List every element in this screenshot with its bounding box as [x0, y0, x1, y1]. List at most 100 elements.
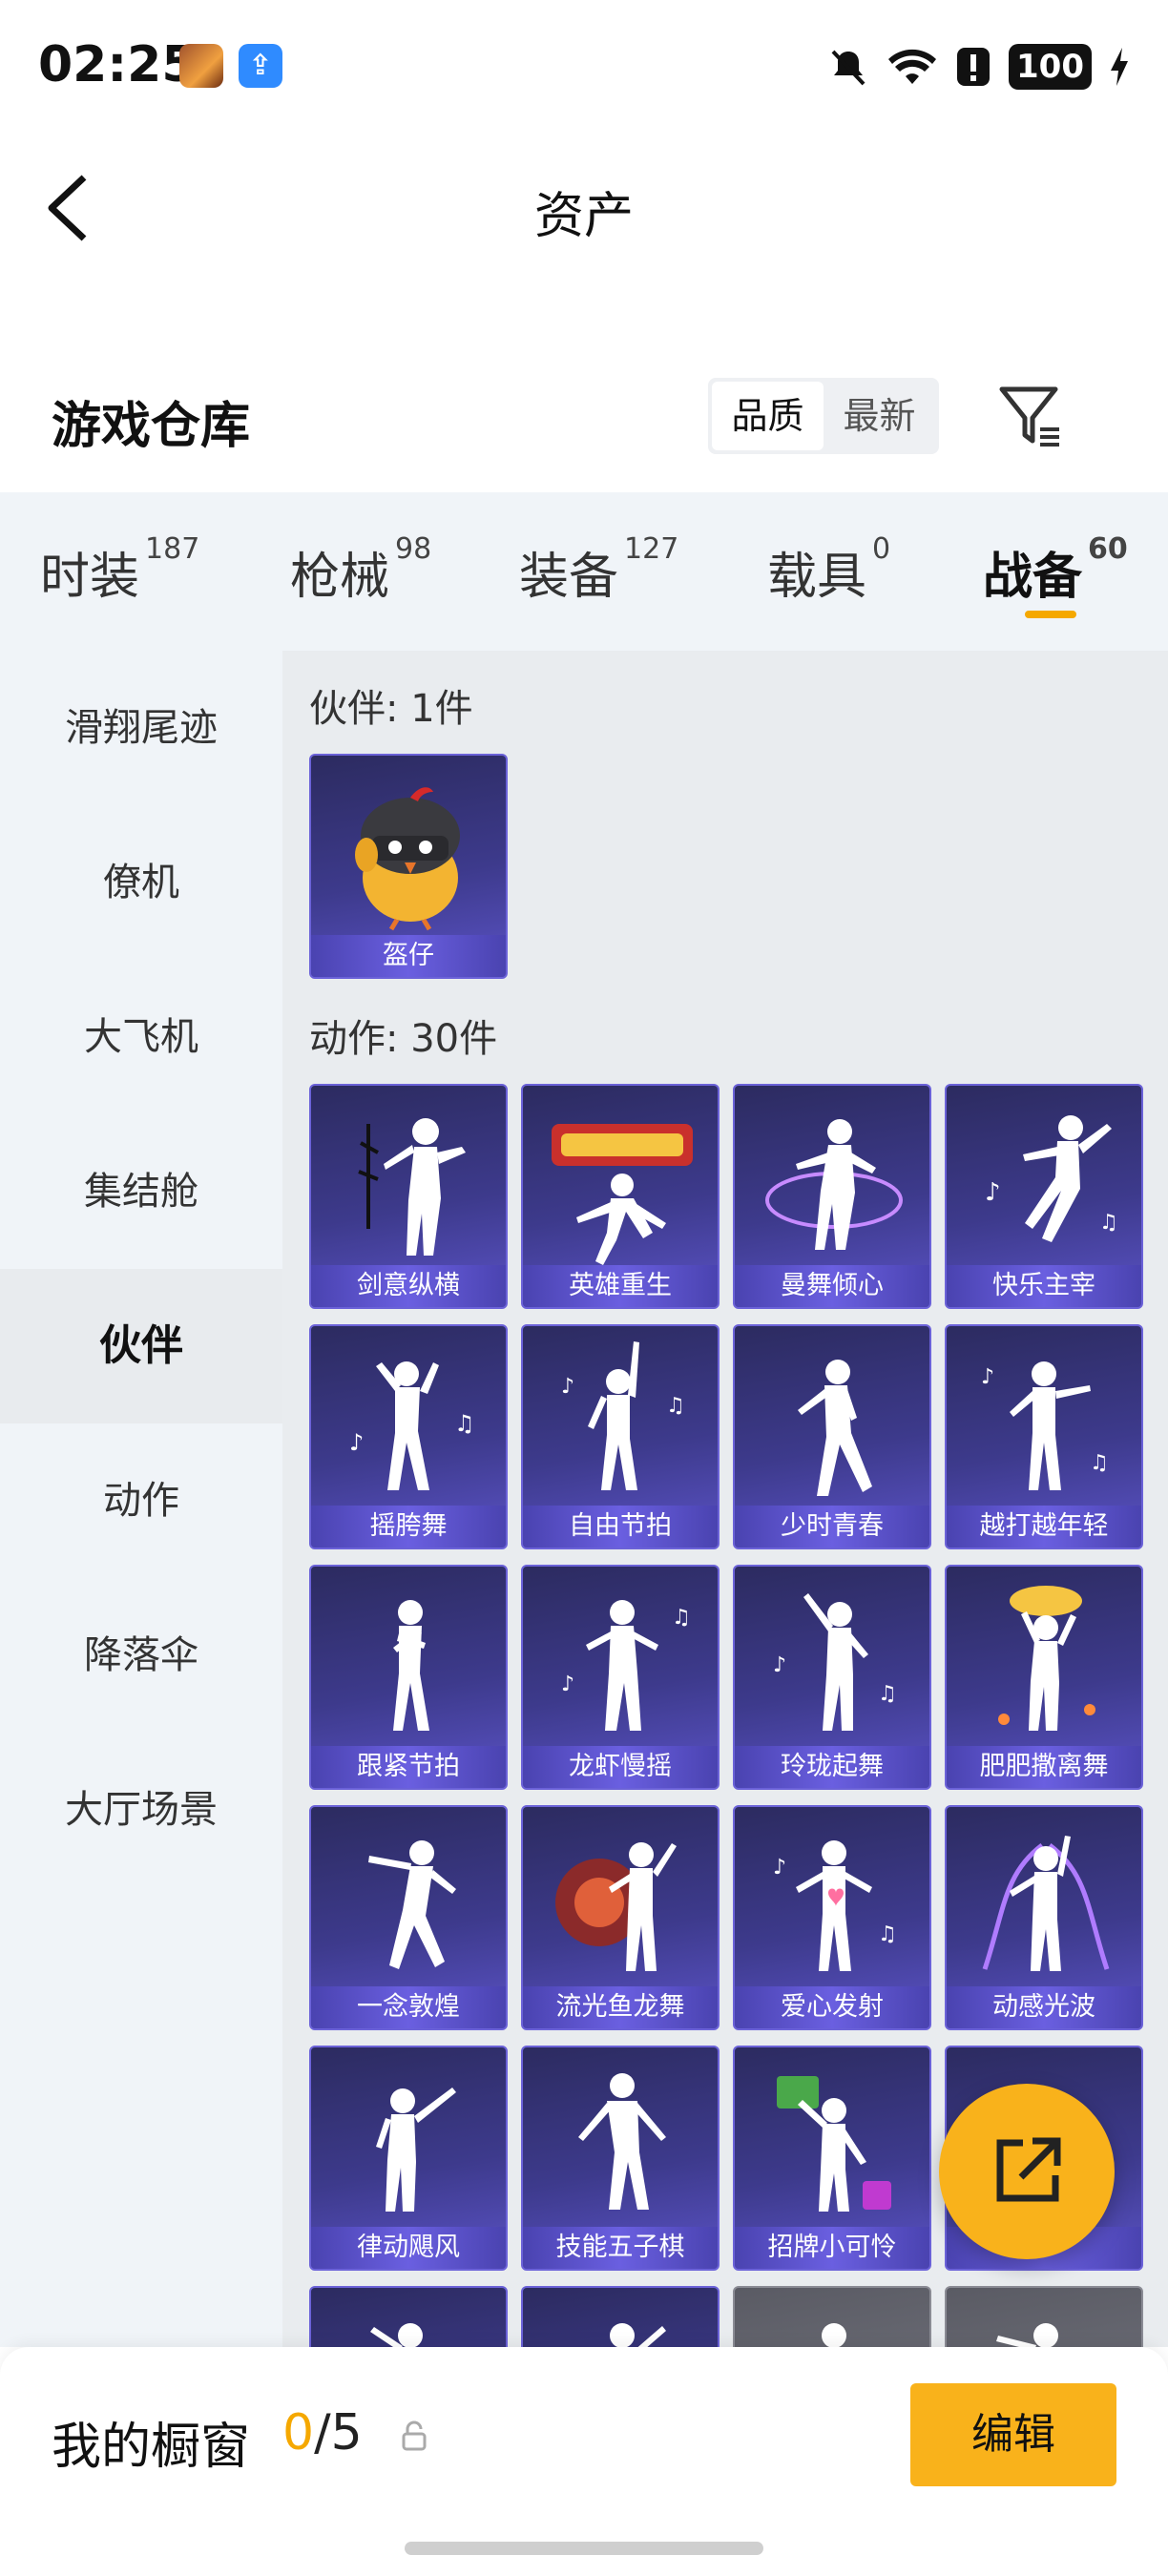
chick-helmet-icon	[355, 787, 460, 931]
dancer-figure-icon: ♪♫	[985, 1115, 1118, 1242]
status-time: 02:25	[38, 36, 197, 93]
sort-newest-option[interactable]: 最新	[824, 382, 935, 450]
tab-readiness[interactable]: 战备 60	[983, 532, 1128, 608]
emote-card[interactable]: 一念敦煌	[309, 1805, 508, 2030]
item-label: 跟紧节拍	[311, 1746, 506, 1788]
item-label: 技能五子棋	[523, 2227, 718, 2269]
home-indicator[interactable]	[405, 2542, 763, 2555]
emote-card[interactable]: 律动飓风	[309, 2046, 508, 2271]
showcase-bar: 我的橱窗 0/5 编辑	[0, 2347, 1168, 2576]
showcase-title: 我的橱窗	[52, 2419, 251, 2476]
emote-card[interactable]: 曼舞倾心	[733, 1084, 931, 1309]
sidebar-item-glide-trail[interactable]: 滑翔尾迹	[0, 651, 282, 805]
item-label: 肥肥撒离舞	[947, 1746, 1141, 1788]
edit-button[interactable]: 编辑	[910, 2383, 1116, 2486]
item-label: 动感光波	[947, 1986, 1141, 2028]
item-label: 爱心发射	[735, 1986, 929, 2028]
sidebar-item-emotes[interactable]: 动作	[0, 1423, 282, 1578]
svg-text:♫: ♫	[878, 1922, 897, 1946]
status-bar: 02:25 ⇪ 100	[0, 0, 1168, 134]
showcase-count: 0/5	[282, 2404, 363, 2462]
status-icons: 100	[827, 42, 1130, 92]
dancer-figure-icon	[822, 2323, 846, 2347]
share-icon	[996, 2137, 1061, 2202]
emote-card[interactable]: 英雄重生	[521, 1084, 720, 1309]
dragon-dance-figure-icon	[555, 1842, 677, 1971]
sidebar-item-parachute[interactable]: 降落伞	[0, 1578, 282, 1733]
item-label: 英雄重生	[523, 1265, 718, 1307]
sidebar-item-partner[interactable]: 伙伴	[0, 1269, 282, 1423]
dancer-figure-icon	[998, 1586, 1095, 1731]
item-label: 玲珑起舞	[735, 1746, 929, 1788]
emote-card[interactable]: 动感光波	[945, 1805, 1143, 2030]
dancer-figure-icon	[996, 2323, 1058, 2347]
item-label: 剑意纵横	[311, 1265, 506, 1307]
emote-card[interactable]: 招牌小可怜	[733, 2046, 931, 2271]
emote-card[interactable]: ♪ ♫ 自由节拍	[521, 1324, 720, 1549]
page-title: 资产	[533, 188, 634, 245]
emote-card[interactable]: 少时青春	[733, 1324, 931, 1549]
item-label: 快乐主宰	[947, 1265, 1141, 1307]
dancer-figure-icon	[765, 1119, 903, 1250]
partner-group-title: 伙伴: 1件	[309, 687, 473, 731]
battery-indicator: 100	[1009, 44, 1092, 90]
dancer-figure-icon: ♪♫	[981, 1361, 1109, 1490]
dancer-figure-icon: ♪♫	[561, 1341, 685, 1490]
item-label: 一念敦煌	[311, 1986, 506, 2028]
hero-rebirth-figure-icon	[552, 1124, 693, 1265]
svg-text:♫: ♫	[878, 1682, 897, 1706]
item-label: 自由节拍	[523, 1506, 718, 1548]
dancer-figure-icon: ♪♫	[773, 1593, 897, 1731]
emote-card[interactable]: 剑意纵横	[309, 1084, 508, 1309]
svg-text:♫: ♫	[666, 1394, 685, 1418]
filter-button[interactable]	[996, 382, 1065, 450]
item-label: 少时青春	[735, 1506, 929, 1548]
item-label: 越打越年轻	[947, 1506, 1141, 1548]
dancer-figure-icon	[393, 1600, 429, 1731]
svg-text:♫: ♫	[672, 1606, 691, 1630]
sidebar-item-wingman[interactable]: 僚机	[0, 805, 282, 960]
emote-card[interactable]: 技能五子棋	[521, 2046, 720, 2271]
emote-card[interactable]	[945, 2286, 1143, 2347]
emote-card[interactable]: ♪ ♫ 摇胯舞	[309, 1324, 508, 1549]
item-label: 律动飓风	[311, 2227, 506, 2269]
tab-equipment[interactable]: 装备 127	[519, 532, 678, 608]
filter-icon	[999, 386, 1059, 447]
emote-card[interactable]: 跟紧节拍	[309, 1565, 508, 1790]
section-title: 游戏仓库	[52, 398, 251, 455]
sign-holder-figure-icon	[777, 2076, 891, 2212]
tab-fashion[interactable]: 时装 187	[40, 532, 199, 608]
emote-card[interactable]: ♪ ♫ 玲珑起舞	[733, 1565, 931, 1790]
upload-app-icon: ⇪	[239, 44, 282, 88]
item-label: 盔仔	[311, 935, 506, 977]
dancer-figure-icon	[370, 2323, 423, 2347]
emote-card[interactable]	[309, 2286, 508, 2347]
sidebar-item-lobby-scene[interactable]: 大厅场景	[0, 1733, 282, 1887]
emote-card[interactable]: 流光鱼龙舞	[521, 1805, 720, 2030]
sort-quality-option[interactable]: 品质	[712, 382, 824, 450]
svg-text:♪: ♪	[561, 1672, 574, 1696]
svg-text:♪: ♪	[561, 1375, 574, 1399]
share-floating-button[interactable]	[939, 2084, 1115, 2259]
tab-guns[interactable]: 枪械 98	[290, 532, 431, 608]
emote-card[interactable]: ♪ ♫ 越打越年轻	[945, 1324, 1143, 1549]
sidebar-item-big-plane[interactable]: 大飞机	[0, 960, 282, 1114]
emote-card[interactable]: 肥肥撒离舞	[945, 1565, 1143, 1790]
partner-card[interactable]: 盔仔	[309, 754, 508, 979]
dancer-figure-icon	[610, 2323, 666, 2347]
sidebar-item-assembly-pod[interactable]: 集结舱	[0, 1114, 282, 1269]
dancer-figure-icon	[982, 1836, 1110, 1971]
emote-card[interactable]: ♪ ♫ 龙虾慢摇	[521, 1565, 720, 1790]
alert-icon	[957, 48, 991, 86]
svg-text:♪: ♪	[773, 1653, 786, 1677]
svg-text:♫: ♫	[1090, 1451, 1109, 1475]
emote-group-title: 动作: 30件	[309, 1017, 498, 1061]
emote-card[interactable]	[521, 2286, 720, 2347]
wifi-icon	[888, 49, 937, 84]
emote-card[interactable]: ♪ ♫ 爱心发射	[733, 1805, 931, 2030]
tab-vehicles[interactable]: 载具 0	[767, 532, 890, 608]
emote-card[interactable]	[733, 2286, 931, 2347]
emote-card[interactable]: ♪ ♫ 快乐主宰	[945, 1084, 1143, 1309]
dancer-figure-icon	[376, 2088, 456, 2212]
svg-text:♪: ♪	[773, 1856, 786, 1880]
